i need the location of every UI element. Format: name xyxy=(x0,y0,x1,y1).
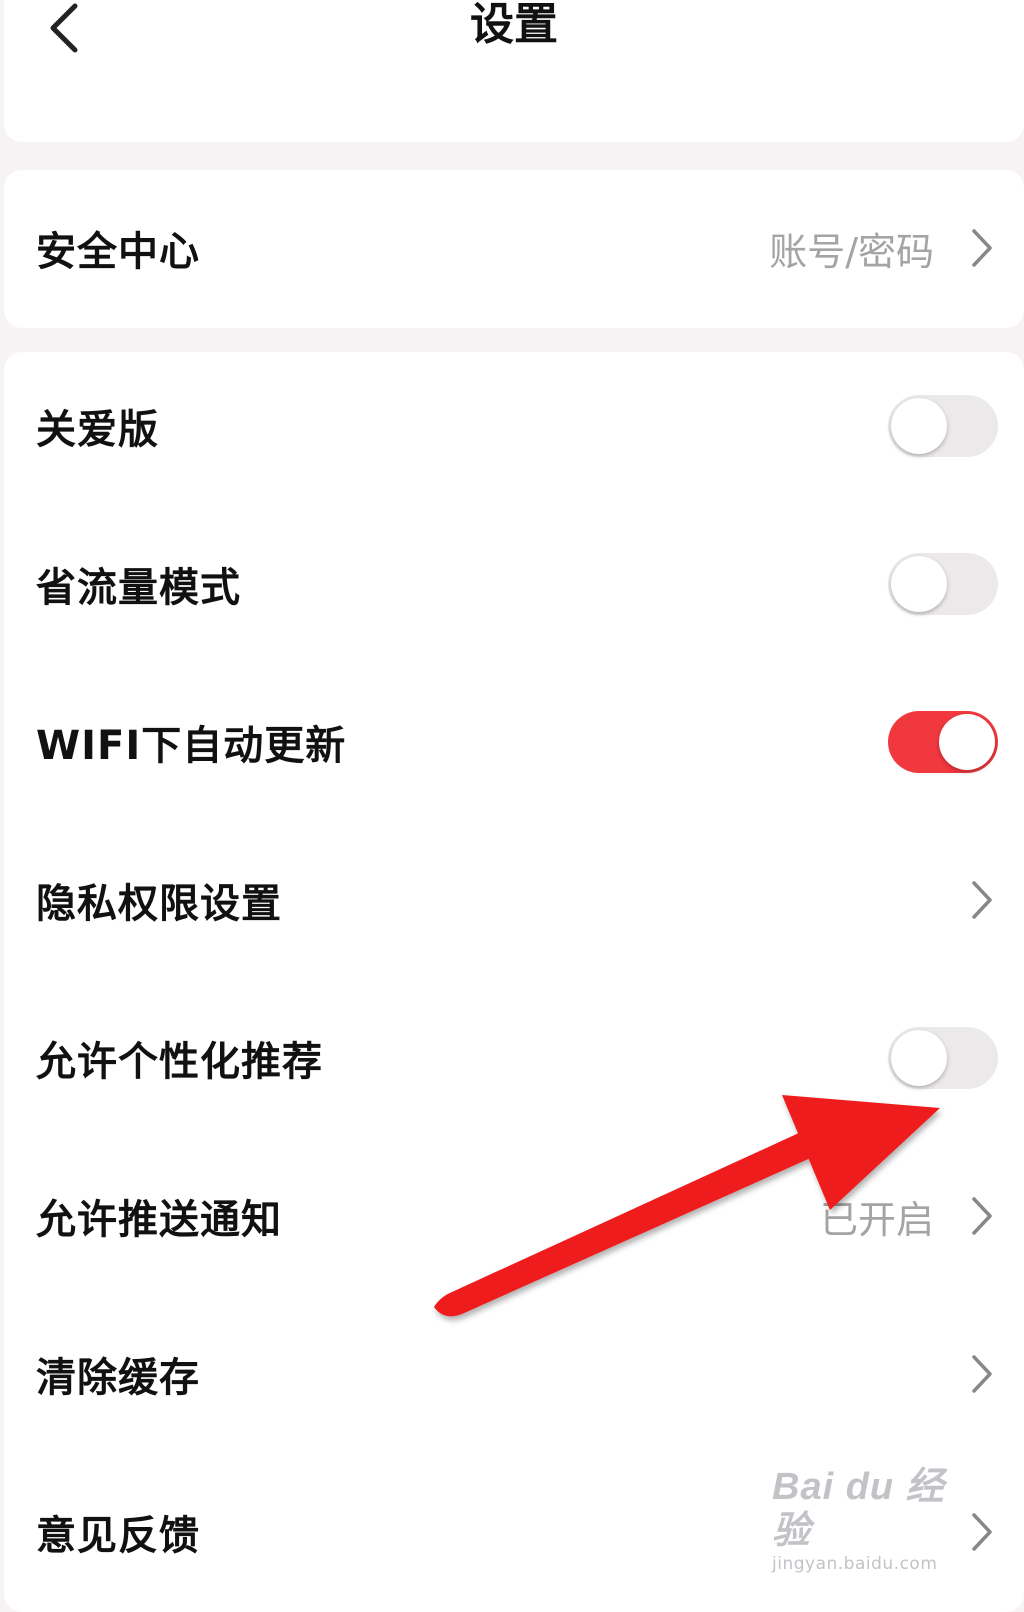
care-mode-row: 关爱版 xyxy=(4,366,1024,486)
chevron-right-icon xyxy=(964,1191,1000,1241)
privacy-permissions-row[interactable]: 隐私权限设置 xyxy=(4,840,1024,960)
wifi-auto-update-toggle[interactable] xyxy=(888,711,998,773)
clear-cache-label: 清除缓存 xyxy=(36,1355,200,1401)
data-saver-toggle[interactable] xyxy=(888,553,998,615)
toggle-knob xyxy=(891,1030,947,1086)
toggle-knob xyxy=(891,556,947,612)
security-center-value: 账号/密码 xyxy=(769,229,934,274)
wifi-auto-update-row: WIFI下自动更新 xyxy=(4,682,1024,802)
personalized-recommend-row: 允许个性化推荐 xyxy=(4,998,1024,1118)
push-notifications-status: 已开启 xyxy=(819,1197,934,1242)
care-mode-label: 关爱版 xyxy=(36,407,159,453)
chevron-right-icon xyxy=(964,223,1000,273)
clear-cache-row[interactable]: 清除缓存 xyxy=(4,1314,1024,1434)
settings-list: 关爱版 省流量模式 WIFI下自动更新 隐私权限设置 允许个性化推荐 允许推送通… xyxy=(4,352,1024,1612)
top-bar: 设置 xyxy=(4,0,1024,142)
push-notifications-row[interactable]: 允许推送通知 已开启 xyxy=(4,1156,1024,1276)
wifi-auto-update-label: WIFI下自动更新 xyxy=(36,723,347,769)
toggle-knob xyxy=(891,398,947,454)
push-notifications-label: 允许推送通知 xyxy=(36,1197,282,1243)
feedback-row[interactable]: 意见反馈 xyxy=(4,1472,1024,1592)
chevron-right-icon xyxy=(964,1349,1000,1399)
personalized-recommend-label: 允许个性化推荐 xyxy=(36,1039,323,1085)
page-title: 设置 xyxy=(470,0,558,50)
toggle-knob xyxy=(939,714,995,770)
data-saver-label: 省流量模式 xyxy=(36,565,241,611)
chevron-right-icon xyxy=(964,1507,1000,1557)
security-center-label: 安全中心 xyxy=(36,229,200,275)
privacy-permissions-label: 隐私权限设置 xyxy=(36,881,282,927)
personalized-recommend-toggle[interactable] xyxy=(888,1027,998,1089)
care-mode-toggle[interactable] xyxy=(888,395,998,457)
security-center-row[interactable]: 安全中心 账号/密码 xyxy=(4,188,1024,308)
feedback-label: 意见反馈 xyxy=(36,1513,200,1559)
data-saver-row: 省流量模式 xyxy=(4,524,1024,644)
chevron-right-icon xyxy=(964,875,1000,925)
security-card: 安全中心 账号/密码 xyxy=(4,170,1024,328)
